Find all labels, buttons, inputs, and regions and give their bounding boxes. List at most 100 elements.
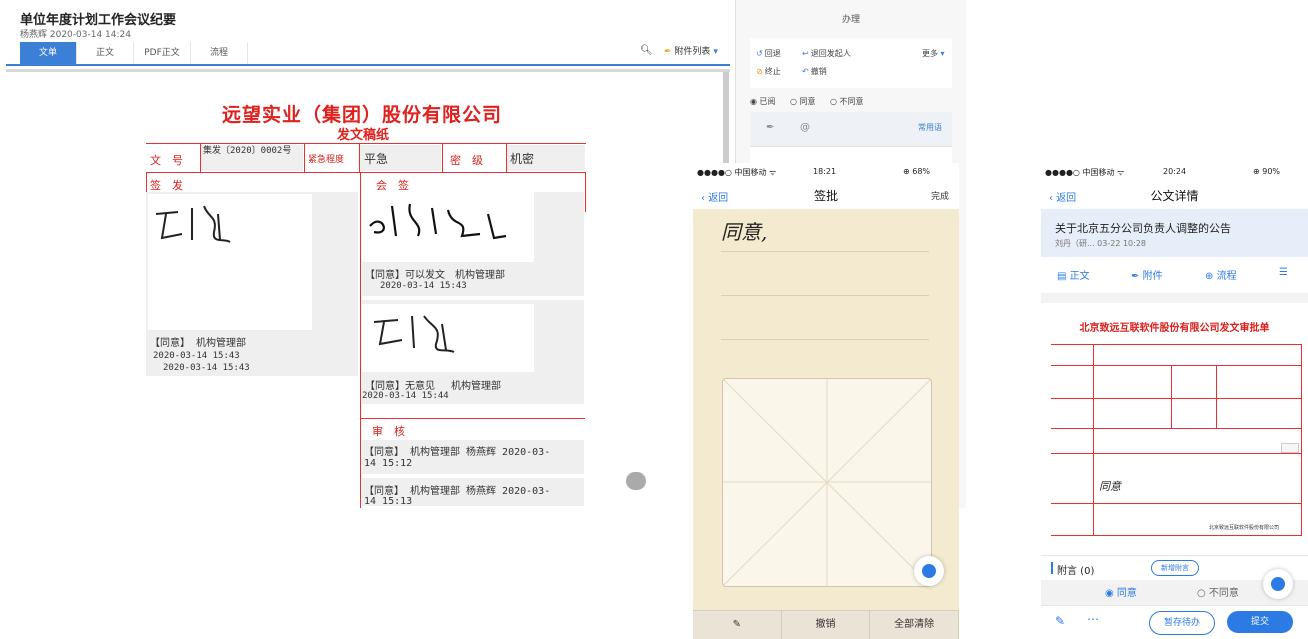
floating-assistant-button[interactable] (1263, 569, 1293, 599)
form-line (146, 172, 586, 173)
paperclip-icon: ✒ (1131, 271, 1140, 282)
form-line (1216, 365, 1217, 428)
status-time: 20:24 (1163, 167, 1187, 176)
radio-agree[interactable]: ○ 同意 (790, 96, 816, 107)
sign-label: 签 发 (150, 179, 183, 192)
handwriting-canvas[interactable] (722, 378, 932, 587)
floating-assistant-button[interactable] (914, 556, 944, 586)
paperclip-icon: ✒ (664, 47, 672, 57)
tab-flow[interactable]: ⊕ 流程 (1205, 267, 1237, 282)
nav-title: 公文详情 (1150, 189, 1199, 203)
return-initiator-button[interactable]: ↩ 退回发起人 (802, 48, 851, 59)
action-label: 回退 (764, 49, 781, 58)
form-button[interactable] (1281, 443, 1299, 453)
chat-icon[interactable] (626, 472, 646, 490)
attachments-button[interactable]: ✒ 附件列表 ▾ (664, 44, 718, 57)
save-pending-button[interactable]: 暂存待办 (1149, 611, 1215, 635)
writing-line (721, 295, 929, 296)
doc-title: 单位年度计划工作会议纪要 (20, 13, 177, 28)
clear-all-button[interactable]: 全部清除 (870, 611, 960, 639)
radio-disagree[interactable]: ○ 不同意 (1197, 584, 1239, 599)
notice-title: 关于北京五分公司负责人调整的公告 (1055, 222, 1231, 235)
tab-label: 流程 (1216, 271, 1237, 282)
attach-label: 附言 (0) (1057, 566, 1095, 577)
tab-form[interactable]: 文单 (20, 42, 77, 64)
detail-tabs: ▤ 正文 ✒ 附件 ⊕ 流程 ☰ (1041, 257, 1308, 293)
handwriting-text: 同意 (1099, 480, 1121, 493)
done-button[interactable]: 完成 (931, 189, 949, 202)
document-icon: ▤ (1057, 271, 1067, 282)
signature-image (362, 304, 534, 372)
undo-button[interactable]: 撤销 (782, 611, 871, 639)
at-icon[interactable]: @ (800, 122, 810, 133)
tab-flow[interactable]: 流程 (191, 42, 248, 64)
tab-body[interactable]: 正文 (77, 42, 134, 64)
secret-value: 机密 (510, 152, 535, 166)
more-label: 更多 (922, 49, 938, 58)
countersign-date: 2020-03-14 15:44 (362, 391, 449, 401)
review-line: 【同意】 机构管理部 杨燕辉 2020-03- (364, 486, 551, 497)
form-line (361, 418, 585, 419)
more-button[interactable]: 更多 ▾ (922, 48, 945, 59)
company-title: 远望实业（集团）股份有限公司 (222, 104, 503, 126)
status-carrier: ●●●●○ 中国移动 ᯤ (697, 168, 777, 177)
radio-checked-icon: ◉ (1105, 588, 1114, 599)
nav-title: 签批 (813, 189, 838, 203)
rollback-button[interactable]: ↺ 回退 (756, 48, 781, 59)
edit-icon[interactable]: ✎ (1055, 614, 1065, 628)
tab-attachments[interactable]: ✒ 附件 (1131, 267, 1163, 282)
action-label: 终止 (764, 67, 781, 76)
form-title: 北京致远互联软件股份有限公司发文审批单 (1079, 323, 1270, 334)
more-icon[interactable]: ⋯ (1087, 612, 1099, 626)
status-bar: ●●●●○ 中国移动 ᯤ 18:21 ⊕ 68% (693, 163, 959, 181)
countersign-date: 2020-03-14 15:43 (380, 281, 467, 291)
form-line (1051, 365, 1302, 366)
new-attach-button[interactable]: 新增附言 (1151, 560, 1199, 576)
revoke-button[interactable]: ↶ 撤销 (802, 66, 827, 77)
doc-meta: 杨燕辉 2020-03-14 14:24 (20, 30, 131, 40)
action-label: 退回发起人 (810, 49, 851, 58)
radio-read[interactable]: ◉ 已阅 (750, 96, 776, 107)
tab-label: 附件 (1142, 271, 1163, 282)
action-box: ↺ 回退 ↩ 退回发起人 更多 ▾ ⊘ 终止 ↶ 撤销 (750, 38, 952, 88)
pen-icon: ✎ (732, 619, 742, 630)
form-line (304, 143, 305, 172)
notice-meta: 刘丹（研... 03-22 10:28 (1055, 239, 1147, 248)
form-line (1051, 535, 1302, 536)
return-icon: ↩ (802, 49, 809, 58)
form-line (1051, 344, 1302, 345)
urgency-value: 平急 (364, 152, 389, 166)
status-carrier: ●●●●○ 中国移动 ᯤ (1045, 168, 1125, 177)
form-line (146, 143, 586, 144)
radio-disagree[interactable]: ○ 不同意 (830, 96, 864, 107)
doc-no-label: 文 号 (150, 154, 183, 167)
chevron-down-icon: ▾ (713, 47, 718, 57)
form-line (442, 143, 443, 172)
grid-guides (723, 379, 931, 586)
radio-label: 同意 (1116, 588, 1137, 599)
form-line (1301, 344, 1302, 535)
common-phrases-link[interactable]: 常用语 (918, 122, 942, 133)
tab-pdf[interactable]: PDF正文 (134, 42, 191, 64)
menu-icon[interactable]: ☰ (1279, 267, 1288, 278)
paperclip-icon[interactable]: ✒ (766, 122, 774, 133)
review-line: 14 15:12 (364, 458, 413, 469)
nav-bar: ‹ 返回 签批 完成 (693, 181, 959, 209)
review-line: 14 15:13 (364, 496, 413, 507)
signature-image (148, 194, 312, 330)
submit-button[interactable]: 提交 (1227, 611, 1293, 633)
terminate-button[interactable]: ⊘ 终止 (756, 66, 781, 77)
search-icon[interactable]: 🔍︎ (640, 45, 653, 56)
form-line (1051, 398, 1302, 399)
tab-body[interactable]: ▤ 正文 (1057, 267, 1090, 282)
radio-label: 不同意 (1208, 588, 1239, 599)
doc-no-value: 集发〔2020〕0002号 (203, 146, 292, 156)
pen-button[interactable]: ✎ (693, 611, 782, 639)
form-line (585, 172, 586, 212)
form-line (1051, 503, 1302, 504)
writing-line (721, 251, 929, 252)
divider (6, 69, 730, 72)
radio-agree[interactable]: ◉ 同意 (1105, 584, 1137, 599)
sign-date: 2020-03-14 15:43 (153, 351, 240, 361)
signature-image (362, 192, 534, 262)
